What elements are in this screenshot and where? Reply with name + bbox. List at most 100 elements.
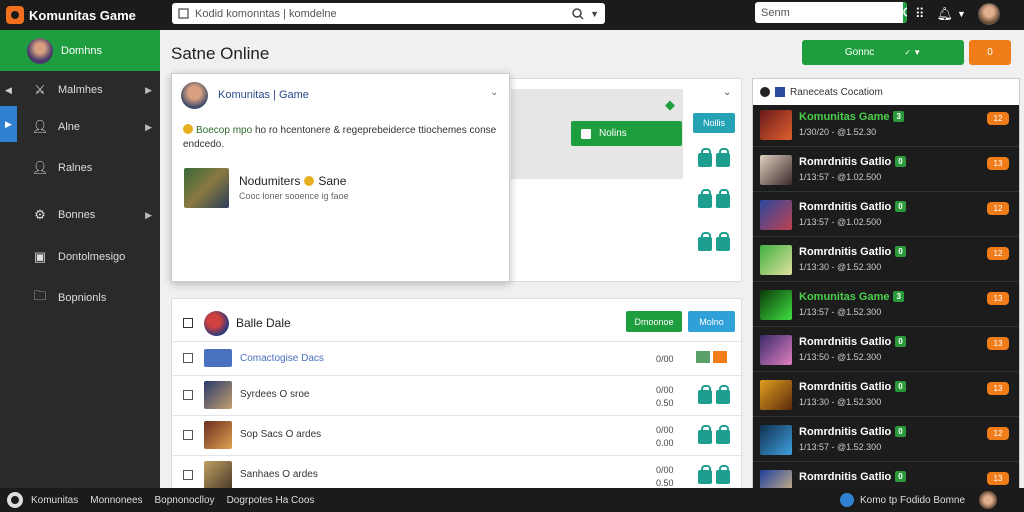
chevron-right-icon: ▶ <box>145 209 152 220</box>
recent-item[interactable]: Romrdnitis Gatlio 0 1/13:30 - @1.52.300 13 <box>753 373 1019 417</box>
dmoonoe-button[interactable]: Dmoonoe <box>626 311 682 332</box>
chevron-down-icon[interactable]: ⌄ <box>723 87 731 98</box>
secondary-button[interactable]: 0 <box>969 40 1011 65</box>
game-thumbnail <box>204 421 232 449</box>
settings-icon[interactable] <box>760 87 770 97</box>
chevron-down-icon[interactable]: ⌄ <box>490 87 498 98</box>
brand[interactable]: Komunitas Game <box>0 6 165 24</box>
count-badge[interactable]: 13 <box>987 472 1009 485</box>
nollis-button[interactable]: Nollis <box>693 113 735 133</box>
row-checkbox[interactable] <box>183 353 193 363</box>
right-search-input[interactable] <box>755 6 903 19</box>
popup-item-title[interactable]: Nodumiters Sane <box>239 174 346 188</box>
recent-panel: Raneceats Cocatiom Komunitas Game 3 1/30/2… <box>752 78 1020 507</box>
search-input[interactable] <box>195 7 567 20</box>
search-icon[interactable] <box>572 7 584 20</box>
search-button[interactable] <box>903 2 907 23</box>
recent-item[interactable]: Komunitas Game 3 1/30/20 - @1.52.30 12 <box>753 103 1019 147</box>
popup-text-highlight: Boecop mpo <box>196 125 253 136</box>
recent-item-meta: 1/13:30 - @1.52.300 <box>799 262 882 272</box>
status-badge: 0 <box>895 156 906 167</box>
table-panel: Balle Dale Dmoonoe Molno Comactogise Dac… <box>171 298 743 498</box>
main-search[interactable]: ▼ <box>172 3 605 24</box>
sidebar-item-label: Bopnionls <box>58 292 107 304</box>
logo-icon[interactable] <box>7 492 23 508</box>
game-thumbnail <box>760 335 792 365</box>
lock-pair[interactable] <box>698 385 730 404</box>
count-badge[interactable]: 12 <box>987 112 1009 125</box>
status-badge: 3 <box>893 291 904 302</box>
row-checkbox[interactable] <box>183 430 193 440</box>
sidebar-item-dontolmesigo[interactable]: ▣ Dontolmesigo <box>0 237 160 277</box>
table-row[interactable]: Comactogise Dacs 0/00 <box>172 341 743 375</box>
count-badge[interactable]: 12 <box>987 202 1009 215</box>
sidebar-item-bonnes[interactable]: ⚙︎ Bonnes ▶ <box>0 195 160 235</box>
bottom-bar: Komunitas Monnonees Bopnonoclloy Dogrpot… <box>0 488 1024 512</box>
game-thumbnail <box>760 425 792 455</box>
row-checkbox[interactable] <box>183 390 193 400</box>
nolins-button[interactable]: Nolins <box>571 121 682 146</box>
leaf-icon: ◆ <box>665 97 675 112</box>
recent-item[interactable]: Romrdnitis Gatlio 0 1/13:30 - @1.52.300 12 <box>753 238 1019 282</box>
table-row[interactable]: Syrdees O sroe 0/00 0.50 <box>172 375 743 415</box>
app-title: Komunitas Game <box>29 7 136 23</box>
lock-pair[interactable] <box>698 425 730 444</box>
gear-icon: ⚙︎ <box>34 207 46 222</box>
footer-right-text: Komo tp Fodido Bomne <box>860 494 966 506</box>
sidebar-item-malmhes[interactable]: ⚔︎ Malmhes ▶ <box>0 70 160 110</box>
recent-item[interactable]: Romrdnitis Gatlio 0 1/13:57 - @1.02.500 13 <box>753 148 1019 192</box>
footer-link[interactable]: Komunitas <box>31 495 78 506</box>
lock-pair[interactable] <box>698 465 730 484</box>
recent-item[interactable]: Romrdnitis Gatlio 0 1/13:50 - @1.52.300 13 <box>753 328 1019 372</box>
recent-item[interactable]: Romrdnitis Gatlio 0 1/13:57 - @1.02.500 12 <box>753 193 1019 237</box>
lock-pair[interactable] <box>698 148 730 167</box>
grid-icon[interactable]: ⠿ <box>915 6 925 22</box>
game-thumbnail[interactable] <box>184 168 229 208</box>
sidebar-item-ralnes[interactable]: 👤︎ Ralnes <box>0 148 160 188</box>
sidebar-item-bopnionls[interactable]: 🗀︎ Bopnionls <box>0 278 160 318</box>
footer-right[interactable]: Komo tp Fodido Bomne <box>840 491 998 509</box>
count-badge[interactable]: 13 <box>987 157 1009 170</box>
lock-pair[interactable] <box>698 232 730 251</box>
footer-link[interactable]: Monnonees <box>90 495 142 506</box>
recent-item-title: Romrdnitis Gatlio 0 <box>799 201 906 213</box>
table-title: Balle Dale <box>236 316 291 330</box>
avatar[interactable] <box>979 491 998 509</box>
footer-link[interactable]: Bopnonoclloy <box>155 495 215 506</box>
count-badge[interactable]: 13 <box>987 382 1009 395</box>
molno-button[interactable]: Molno <box>688 311 735 332</box>
recent-item-meta: 1/30/20 - @1.52.30 <box>799 127 877 137</box>
count-badge[interactable]: 12 <box>987 427 1009 440</box>
recent-item-meta: 1/13:57 - @1.02.500 <box>799 217 882 227</box>
recent-item[interactable]: Komunitas Game 3 1/13:57 - @1.52.300 13 <box>753 283 1019 327</box>
row-checkbox[interactable] <box>183 470 193 480</box>
recent-item[interactable]: Romrdnitis Gatlio 0 1/13:57 - @1.52.300 12 <box>753 418 1019 462</box>
sidebar-item-label: Dontolmesigo <box>58 251 126 263</box>
right-search[interactable] <box>755 2 907 23</box>
count-badge[interactable]: 12 <box>987 247 1009 260</box>
lock-pair[interactable] <box>698 189 730 208</box>
avatar <box>181 82 208 109</box>
unlock-icon <box>716 189 730 208</box>
count-badge[interactable]: 13 <box>987 292 1009 305</box>
footer-link[interactable]: Dogrpotes Ha Coos <box>227 495 315 506</box>
count-badge[interactable]: 13 <box>987 337 1009 350</box>
recent-item-meta: 1/13:50 - @1.52.300 <box>799 352 882 362</box>
table-row[interactable]: Sop Sacs O ardes 0/00 0.00 <box>172 415 743 455</box>
row-name: Sop Sacs O ardes <box>240 429 322 440</box>
avatar[interactable] <box>977 3 1000 25</box>
game-thumbnail <box>204 349 232 367</box>
bell-icon[interactable]: 🔔︎ <box>937 6 954 22</box>
status-badge: 3 <box>893 111 904 122</box>
sidebar-item-domhns[interactable]: Domhns <box>0 30 160 71</box>
sidebar-item-alne[interactable]: 👤︎ Alne ▶ <box>0 107 160 147</box>
primary-button[interactable]: Gonnc ✓ ▼ <box>802 40 964 65</box>
chevron-down-icon[interactable]: ▼ <box>957 9 966 19</box>
select-all-checkbox[interactable] <box>183 318 193 328</box>
chevron-down-icon[interactable]: ▼ <box>590 9 599 19</box>
nolins-button-label: Nolins <box>599 128 627 139</box>
game-thumbnail <box>760 245 792 275</box>
popup-title: Komunitas | Game <box>218 89 309 101</box>
gamepad-icon <box>27 37 53 64</box>
lock-icon <box>698 232 712 251</box>
